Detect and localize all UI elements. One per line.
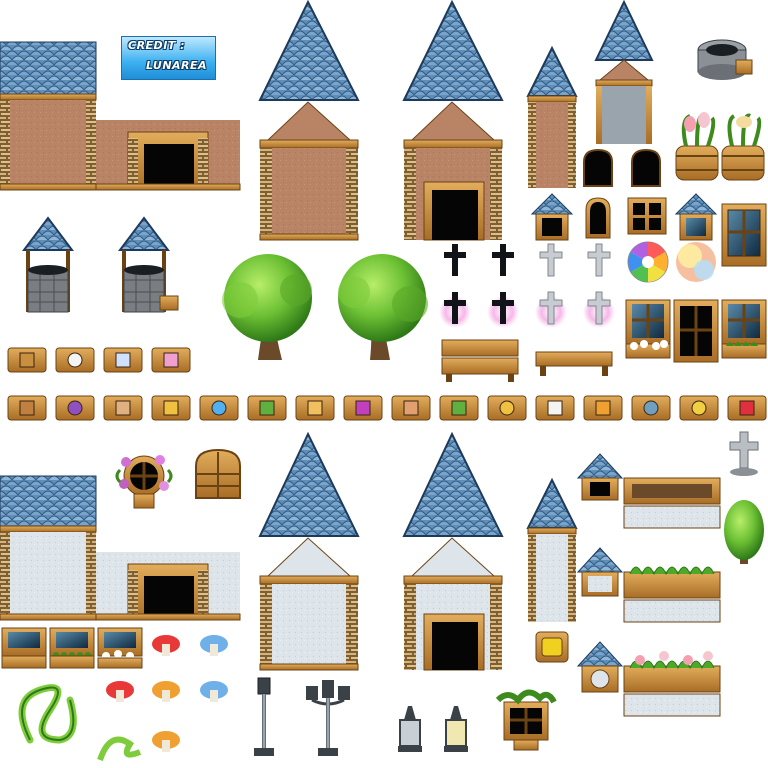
credit-line-2: LUNAREA bbox=[146, 59, 208, 72]
credit-line-1: CREDIT : bbox=[128, 39, 186, 52]
tileset-sheet: CREDIT : LUNAREA bbox=[0, 0, 768, 768]
tileset-art bbox=[0, 0, 767, 762]
credit-badge: CREDIT : LUNAREA bbox=[121, 36, 216, 80]
